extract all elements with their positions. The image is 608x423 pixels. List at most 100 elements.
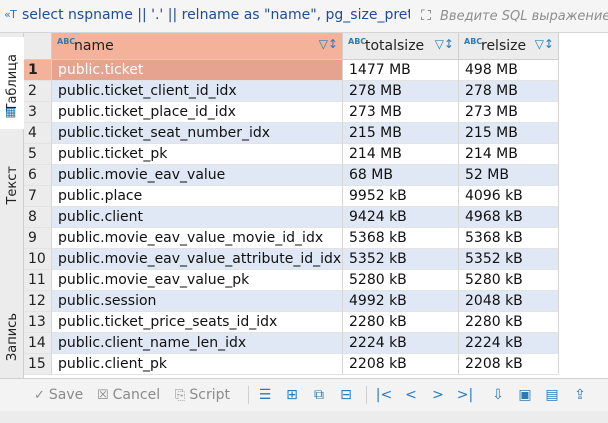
cell-name[interactable]: public.ticket_seat_number_idx xyxy=(52,123,343,144)
cell-name[interactable]: public.movie_eav_value_attribute_id_idx xyxy=(52,249,343,270)
table-row[interactable]: 6 public.movie_eav_value 68 MB 52 MB xyxy=(24,165,559,186)
cell-relsize[interactable]: 4096 kB xyxy=(459,186,559,207)
table-row[interactable]: 9 public.movie_eav_value_movie_id_idx 5368… xyxy=(24,228,559,249)
table-row[interactable]: 5 public.ticket_pk 214 MB 214 MB xyxy=(24,144,559,165)
cell-name[interactable]: public.ticket_place_id_idx xyxy=(52,102,343,123)
filter-sort-icon[interactable]: ▽↕ xyxy=(535,37,554,51)
cell-name[interactable]: public.place xyxy=(52,186,343,207)
cell-totalsize[interactable]: 214 MB xyxy=(343,144,459,165)
row-number[interactable]: 5 xyxy=(24,144,52,165)
row-number[interactable]: 11 xyxy=(24,270,52,291)
fetch-all-icon[interactable]: ▣ xyxy=(515,385,535,405)
row-number[interactable]: 13 xyxy=(24,312,52,333)
cell-relsize[interactable]: 215 MB xyxy=(459,123,559,144)
cell-totalsize[interactable]: 2224 kB xyxy=(343,333,459,354)
table-row[interactable]: 15 public.client_pk 2208 kB 2208 kB xyxy=(24,354,559,375)
table-row[interactable]: 1 public.ticket 1477 MB 498 MB xyxy=(24,60,559,81)
settings-icon[interactable]: ▤ xyxy=(542,385,562,405)
sql-filter-input[interactable]: Введите SQL выражение xyxy=(440,6,608,28)
cancel-button[interactable]: ☒ Cancel xyxy=(97,386,160,404)
first-page-icon[interactable]: |< xyxy=(374,385,394,405)
edit-row-icon[interactable]: ☰ xyxy=(255,385,275,405)
cell-relsize[interactable]: 5352 kB xyxy=(459,249,559,270)
column-header-totalsize[interactable]: ABC totalsize ▽↕ xyxy=(343,33,459,60)
table-row[interactable]: 11 public.movie_eav_value_pk 5280 kB 5280 k… xyxy=(24,270,559,291)
table-row[interactable]: 7 public.place 9952 kB 4096 kB xyxy=(24,186,559,207)
column-header-name[interactable]: ABC name ▽↕ xyxy=(52,33,343,60)
cell-totalsize[interactable]: 2280 kB xyxy=(343,312,459,333)
delete-row-icon[interactable]: ⊟ xyxy=(336,385,356,405)
cell-relsize[interactable]: 278 MB xyxy=(459,81,559,102)
row-number[interactable]: 8 xyxy=(24,207,52,228)
cell-totalsize[interactable]: 2208 kB xyxy=(343,354,459,375)
expand-icon[interactable]: ⛶ xyxy=(416,6,436,26)
cell-name[interactable]: public.movie_eav_value_movie_id_idx xyxy=(52,228,343,249)
row-number[interactable]: 14 xyxy=(24,333,52,354)
last-page-icon[interactable]: >| xyxy=(455,385,475,405)
query-text[interactable]: select nspname || '.' || relname as "nam… xyxy=(22,7,410,27)
cell-name[interactable]: public.ticket xyxy=(52,60,343,81)
table-row[interactable]: 14 public.client_name_len_idx 2224 kB 2224 … xyxy=(24,333,559,354)
save-button[interactable]: ✓ Save xyxy=(34,386,83,404)
cell-name[interactable]: public.client_name_len_idx xyxy=(52,333,343,354)
cell-totalsize[interactable]: 1477 MB xyxy=(343,60,459,81)
cell-name[interactable]: public.movie_eav_value_pk xyxy=(52,270,343,291)
row-number[interactable]: 7 xyxy=(24,186,52,207)
row-number[interactable]: 9 xyxy=(24,228,52,249)
table-row[interactable]: 12 public.session 4992 kB 2048 kB xyxy=(24,291,559,312)
fetch-page-icon[interactable]: ⇩ xyxy=(488,385,508,405)
cell-totalsize[interactable]: 9952 kB xyxy=(343,186,459,207)
table-row[interactable]: 2 public.ticket_client_id_idx 278 MB 278 MB xyxy=(24,81,559,102)
cell-totalsize[interactable]: 5280 kB xyxy=(343,270,459,291)
next-icon[interactable]: > xyxy=(428,385,448,405)
cell-name[interactable]: public.ticket_price_seats_id_idx xyxy=(52,312,343,333)
row-number[interactable]: 15 xyxy=(24,354,52,375)
table-row[interactable]: 3 public.ticket_place_id_idx 273 MB 273 MB xyxy=(24,102,559,123)
row-number[interactable]: 4 xyxy=(24,123,52,144)
row-number[interactable]: 6 xyxy=(24,165,52,186)
row-number[interactable]: 10 xyxy=(24,249,52,270)
filter-sort-icon[interactable]: ▽↕ xyxy=(435,37,454,51)
cell-totalsize[interactable]: 4992 kB xyxy=(343,291,459,312)
cell-relsize[interactable]: 498 MB xyxy=(459,60,559,81)
cell-relsize[interactable]: 2224 kB xyxy=(459,333,559,354)
cell-relsize[interactable]: 214 MB xyxy=(459,144,559,165)
cell-name[interactable]: public.session xyxy=(52,291,343,312)
previous-icon[interactable]: < xyxy=(401,385,421,405)
cell-relsize[interactable]: 2048 kB xyxy=(459,291,559,312)
cell-totalsize[interactable]: 68 MB xyxy=(343,165,459,186)
table-row[interactable]: 8 public.client 9424 kB 4968 kB xyxy=(24,207,559,228)
column-header-relsize[interactable]: ABC relsize ▽↕ xyxy=(459,33,559,60)
cell-totalsize[interactable]: 5352 kB xyxy=(343,249,459,270)
script-button[interactable]: ⎘ Script xyxy=(175,386,230,404)
cell-relsize[interactable]: 4968 kB xyxy=(459,207,559,228)
cell-name[interactable]: public.client_pk xyxy=(52,354,343,375)
row-number[interactable]: 12 xyxy=(24,291,52,312)
cell-relsize[interactable]: 5368 kB xyxy=(459,228,559,249)
cell-name[interactable]: public.ticket_pk xyxy=(52,144,343,165)
cell-relsize[interactable]: 2280 kB xyxy=(459,312,559,333)
add-row-icon[interactable]: ⊞ xyxy=(282,385,302,405)
cell-totalsize[interactable]: 5368 kB xyxy=(343,228,459,249)
filter-sort-icon[interactable]: ▽↕ xyxy=(319,37,338,51)
cell-name[interactable]: public.ticket_client_id_idx xyxy=(52,81,343,102)
copy-row-icon[interactable]: ⧉ xyxy=(309,385,329,405)
cell-relsize[interactable]: 5280 kB xyxy=(459,270,559,291)
cell-totalsize[interactable]: 9424 kB xyxy=(343,207,459,228)
row-number[interactable]: 1 xyxy=(24,60,52,81)
cell-relsize[interactable]: 2208 kB xyxy=(459,354,559,375)
cell-name[interactable]: public.client xyxy=(52,207,343,228)
table-row[interactable]: 13 public.ticket_price_seats_id_idx 2280 k… xyxy=(24,312,559,333)
export-icon[interactable]: ⇪ xyxy=(570,385,590,405)
table-row[interactable]: 4 public.ticket_seat_number_idx 215 MB 215 … xyxy=(24,123,559,144)
cell-name[interactable]: public.movie_eav_value xyxy=(52,165,343,186)
row-number[interactable]: 3 xyxy=(24,102,52,123)
cell-totalsize[interactable]: 273 MB xyxy=(343,102,459,123)
cell-relsize[interactable]: 52 MB xyxy=(459,165,559,186)
tab-record[interactable]: Запись xyxy=(0,297,24,377)
tab-text[interactable]: Текст xyxy=(0,137,24,233)
row-number[interactable]: 2 xyxy=(24,81,52,102)
cell-totalsize[interactable]: 215 MB xyxy=(343,123,459,144)
cell-relsize[interactable]: 273 MB xyxy=(459,102,559,123)
table-row[interactable]: 10 public.movie_eav_value_attribute_id_id… xyxy=(24,249,559,270)
